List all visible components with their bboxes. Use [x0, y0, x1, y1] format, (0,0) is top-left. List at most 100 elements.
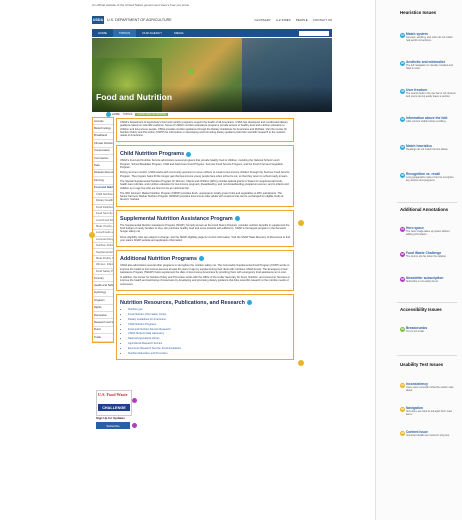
sidebar-item[interactable]: Research and Science: [93, 319, 113, 327]
section-resources: Nutrition Resources, Publications, and R…: [116, 294, 294, 360]
resource-link[interactable]: National Agricultural Library: [128, 337, 290, 340]
intro-box: USDA's Department of Agriculture's food …: [116, 118, 294, 143]
issue-number-badge: 01: [400, 382, 405, 388]
breadcrumb-topics[interactable]: TOPICS: [123, 113, 133, 116]
sidebar-item[interactable]: Coronavirus: [93, 155, 113, 163]
issue-description: The hero image takes up space without ad…: [406, 230, 450, 236]
sidebar-item[interactable]: Broadband: [93, 133, 113, 141]
intro-paragraph: USDA's Department of Agriculture's food …: [120, 121, 288, 138]
hero-banner: Food and Nutrition: [92, 38, 332, 112]
subscribe-button[interactable]: Subscribe: [96, 422, 130, 429]
review-panel: [375, 0, 462, 520]
issue-item: Hero space The hero image takes up space …: [406, 226, 456, 236]
issue-number-badge: 01: [400, 32, 405, 38]
people-link[interactable]: PEOPLE: [296, 18, 308, 22]
sidebar-item[interactable]: Health and Safety: [93, 282, 113, 290]
breadcrumb-home[interactable]: HOME: [112, 113, 120, 116]
section-heading: Child Nutrition Programs: [120, 151, 185, 158]
page: An official website of the United States…: [0, 0, 374, 520]
main-nav: HOME TOPICS OUR AGENCY MEDIA: [92, 29, 332, 37]
issue-item: Match system Concept, wording, and order …: [406, 32, 456, 42]
section-paragraph: The Supplemental Nutrition Assistance Pr…: [120, 223, 290, 234]
issue-description: Users were uncertain what the section wa…: [406, 386, 454, 392]
annotation-marker: [298, 360, 304, 366]
nav-our-agency[interactable]: OUR AGENCY: [136, 31, 168, 35]
issue-item: User freedom The search field in the nav …: [406, 88, 456, 98]
section-paragraph: USDA's Food and Nutrition Service admini…: [120, 159, 283, 170]
resource-link[interactable]: Nutrition Education and Promotion: [128, 352, 290, 355]
resource-link[interactable]: Nutrition.gov: [128, 308, 290, 311]
sidebar-item[interactable]: Rights: [93, 305, 113, 312]
issue-description: The search field in the nav bar is not o…: [406, 92, 456, 98]
official-notice: An official website of the United States…: [92, 3, 190, 7]
breadcrumb: HOME TOPICS FOOD AND NUTRITION: [112, 113, 168, 116]
sidebar-item[interactable]: Rural: [93, 327, 113, 335]
sidebar-item[interactable]: Climate Solutions: [93, 140, 113, 148]
breadcrumb-current: FOOD AND NUTRITION: [135, 113, 168, 116]
annotation-marker: [188, 68, 194, 74]
usda-logo[interactable]: USDA: [92, 16, 104, 24]
resource-link[interactable]: Food Nutrition Information Center: [128, 313, 290, 316]
section-paragraph: During summer months, USDA works with co…: [120, 171, 290, 178]
sidebar-item[interactable]: Data: [93, 162, 113, 170]
sidebar-item[interactable]: Conservation: [93, 148, 113, 155]
nav-home[interactable]: HOME: [92, 31, 113, 35]
divider: [397, 355, 457, 356]
issue-item: Information above the fold Little content…: [406, 116, 456, 123]
sidebar-item[interactable]: Biotechnology: [93, 125, 113, 133]
section-heading: Supplemental Nutrition Assistance Progra…: [120, 215, 233, 222]
issue-description: The promo sits far down the sidebar.: [406, 255, 447, 258]
nav-topics[interactable]: TOPICS: [113, 29, 137, 37]
annotation-marker: [198, 256, 204, 262]
issue-description: Concept, wording, and order do not match…: [406, 36, 453, 42]
issue-description: Important details are buried in long tex…: [406, 434, 450, 437]
section-paragraph: USDA also administers several other prog…: [120, 264, 290, 274]
resource-link[interactable]: Child Nutrition Programs: [128, 323, 290, 326]
sidebar-item[interactable]: Disaster Resource Center: [93, 170, 113, 178]
resource-link[interactable]: Agricultural Research Service: [128, 342, 290, 345]
section-paragraph: In addition, the Center for Nutrition Po…: [120, 276, 290, 286]
issue-description: Headings do not match the link labels.: [406, 148, 449, 151]
issue-number-badge: 03: [400, 276, 405, 282]
section-paragraph: The WIC Farmers' Market Nutrition Progra…: [120, 191, 284, 202]
issue-number-badge: 02: [400, 251, 405, 257]
issue-description: The left navigation is visually crowded …: [406, 64, 453, 70]
a-z-index-link[interactable]: A-Z INDEX: [276, 18, 291, 22]
section-snap: Supplemental Nutrition Assistance Progra…: [116, 209, 294, 248]
resource-link[interactable]: Food and Nutrition Service Research: [128, 328, 290, 331]
issue-number-badge: 02: [400, 60, 405, 66]
annotation-marker: [132, 423, 137, 428]
sidebar-item[interactable]: Irrigation: [93, 297, 113, 305]
issue-number-badge: 01: [400, 326, 405, 332]
sidebar-item[interactable]: Hydrology: [93, 290, 113, 298]
sidebar-item[interactable]: Animals: [93, 118, 113, 126]
resource-link[interactable]: USDA Nutrient Data Laboratory: [128, 332, 290, 335]
food-waste-challenge-promo[interactable]: U.S. Food Waste CHALLENGE: [96, 390, 132, 416]
annotation-marker: [298, 220, 304, 226]
issue-description: Text is too small.: [406, 330, 425, 333]
utility-links: GLOSSARY A-Z INDEX PEOPLE CONTACT US: [254, 18, 332, 22]
sidebar-item[interactable]: Trade: [93, 334, 113, 342]
sidebar-item[interactable]: Food and Nutrition: [93, 185, 113, 192]
resource-link[interactable]: Economic Research Service: Food Assistan…: [128, 347, 290, 350]
sidebar-item[interactable]: Forestry: [93, 275, 113, 283]
issue-description: Subscribe is not easily found.: [406, 280, 439, 283]
divider: [397, 202, 457, 203]
section-paragraph: Since eligibility rules are subject to c…: [120, 235, 290, 242]
search-input[interactable]: [299, 30, 329, 36]
sidebar-item[interactable]: Recreation: [93, 312, 113, 320]
issue-number-badge: 04: [400, 116, 405, 122]
promo-us-label: U.S. Food Waste: [98, 392, 128, 397]
issue-number-badge: 06: [400, 172, 405, 178]
sidebar-item[interactable]: Farming: [93, 177, 113, 185]
issue-item: Navigation Sub-items are hard to tell apa…: [406, 406, 456, 416]
resource-link[interactable]: Dietary Guidelines for Americans: [128, 318, 290, 321]
accessibility-title: Accessibility Issues: [400, 307, 442, 312]
contact-us-link[interactable]: CONTACT US: [313, 18, 332, 22]
divider: [397, 302, 457, 303]
header: USDA U.S. DEPARTMENT OF AGRICULTURE GLOS…: [92, 13, 332, 27]
nav-media[interactable]: MEDIA: [168, 31, 190, 35]
section-child-nutrition: Child Nutrition Programs USDA's Food and…: [116, 145, 294, 207]
issue-number-badge: 03: [400, 430, 405, 436]
glossary-link[interactable]: GLOSSARY: [254, 18, 270, 22]
